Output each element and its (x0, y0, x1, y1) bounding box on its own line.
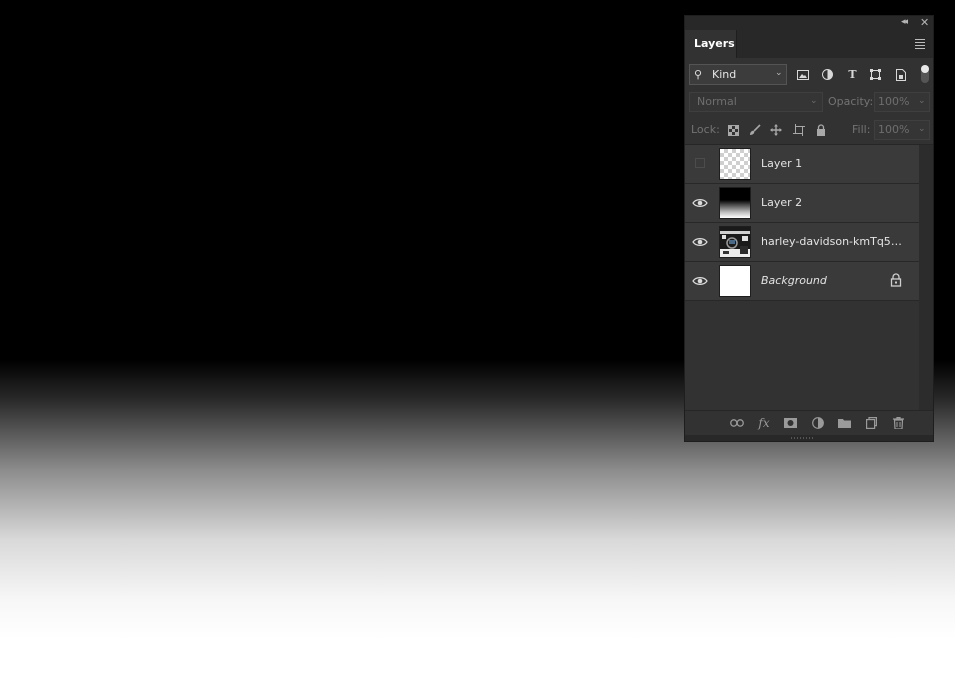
eye-icon[interactable] (692, 195, 708, 211)
layer-name: Background (761, 274, 827, 287)
visibility-toggle-off[interactable] (695, 158, 705, 168)
lock-row: Lock: Fill: 100% ⌄ (685, 120, 933, 142)
chevron-down-icon: ⌄ (810, 96, 818, 106)
layer-name: Layer 1 (761, 157, 803, 170)
blend-row: Normal ⌄ Opacity: 100% ⌄ (685, 92, 933, 114)
blend-mode-select[interactable]: Normal ⌄ (689, 92, 823, 112)
layer-row-layer-1[interactable]: Layer 1 (685, 145, 919, 184)
panel-footer: fx (685, 410, 933, 435)
eye-icon[interactable] (692, 273, 708, 289)
filter-kind-label: Kind (712, 68, 737, 81)
filter-kind-select[interactable]: ⚲ Kind ⌄ (689, 64, 787, 85)
image-filter-icon[interactable] (795, 67, 810, 82)
lock-all-icon[interactable] (813, 122, 829, 138)
lock-artboard-icon[interactable] (791, 122, 807, 138)
panel-tab-row: Layers (685, 30, 933, 58)
search-icon: ⚲ (694, 68, 703, 81)
close-panel-icon[interactable]: ✕ (920, 16, 929, 30)
shape-filter-icon[interactable] (868, 67, 883, 82)
layer-thumbnail (719, 148, 751, 180)
delete-layer-icon[interactable] (890, 415, 906, 431)
layer-thumbnail (719, 265, 751, 297)
layer-row-background[interactable]: Background (685, 262, 919, 301)
panel-menu-icon[interactable] (915, 39, 925, 49)
collapse-panel-icon[interactable]: ◂◂ (901, 16, 908, 30)
layer-thumbnail (719, 226, 751, 258)
opacity-field[interactable]: 100% ⌄ (874, 92, 930, 112)
layers-scrollbar[interactable] (919, 145, 933, 410)
new-group-icon[interactable] (836, 415, 852, 431)
lock-position-icon[interactable] (768, 122, 784, 138)
fill-field[interactable]: 100% ⌄ (874, 120, 930, 140)
add-mask-icon[interactable] (782, 415, 798, 431)
filter-toggle-switch[interactable] (921, 65, 929, 83)
fx-icon[interactable]: fx (756, 415, 772, 431)
layers-list: Layer 1 Layer 2 harley-davidson-kmTq5GU.… (685, 145, 919, 410)
panel-resize-grip[interactable] (685, 435, 933, 441)
link-layers-icon[interactable] (729, 415, 745, 431)
smart-object-filter-icon[interactable] (893, 67, 908, 82)
chevron-down-icon: ⌄ (918, 124, 926, 134)
layer-name: Layer 2 (761, 196, 803, 209)
blend-mode-value: Normal (697, 95, 737, 108)
panel-titlebar[interactable]: ◂◂ ✕ (685, 16, 933, 30)
opacity-value: 100% (878, 95, 910, 108)
new-layer-icon[interactable] (863, 415, 879, 431)
chevron-down-icon: ⌄ (775, 68, 783, 78)
lock-image-pixels-icon[interactable] (747, 122, 763, 138)
type-filter-icon[interactable]: T (845, 67, 860, 82)
tab-layers[interactable]: Layers (685, 30, 737, 58)
lock-transparent-pixels-icon[interactable] (725, 122, 741, 138)
adjustment-layer-icon[interactable] (810, 415, 826, 431)
layers-panel: ◂◂ ✕ Layers ⚲ Kind ⌄ T Normal ⌄ Opacity:… (684, 15, 934, 442)
eye-icon[interactable] (692, 234, 708, 250)
layer-row-layer-2[interactable]: Layer 2 (685, 184, 919, 223)
fill-label: Fill: (852, 123, 871, 136)
layer-row-harley-davidson[interactable]: harley-davidson-kmTq5GU... (685, 223, 919, 262)
chevron-down-icon: ⌄ (918, 96, 926, 106)
layer-name: harley-davidson-kmTq5GU... (761, 235, 909, 248)
filter-row: ⚲ Kind ⌄ T (685, 64, 933, 86)
layer-thumbnail (719, 187, 751, 219)
lock-icon (890, 273, 902, 287)
lock-label: Lock: (691, 123, 720, 136)
fill-value: 100% (878, 123, 910, 136)
opacity-label: Opacity: (828, 95, 874, 108)
adjustment-filter-icon[interactable] (820, 67, 835, 82)
